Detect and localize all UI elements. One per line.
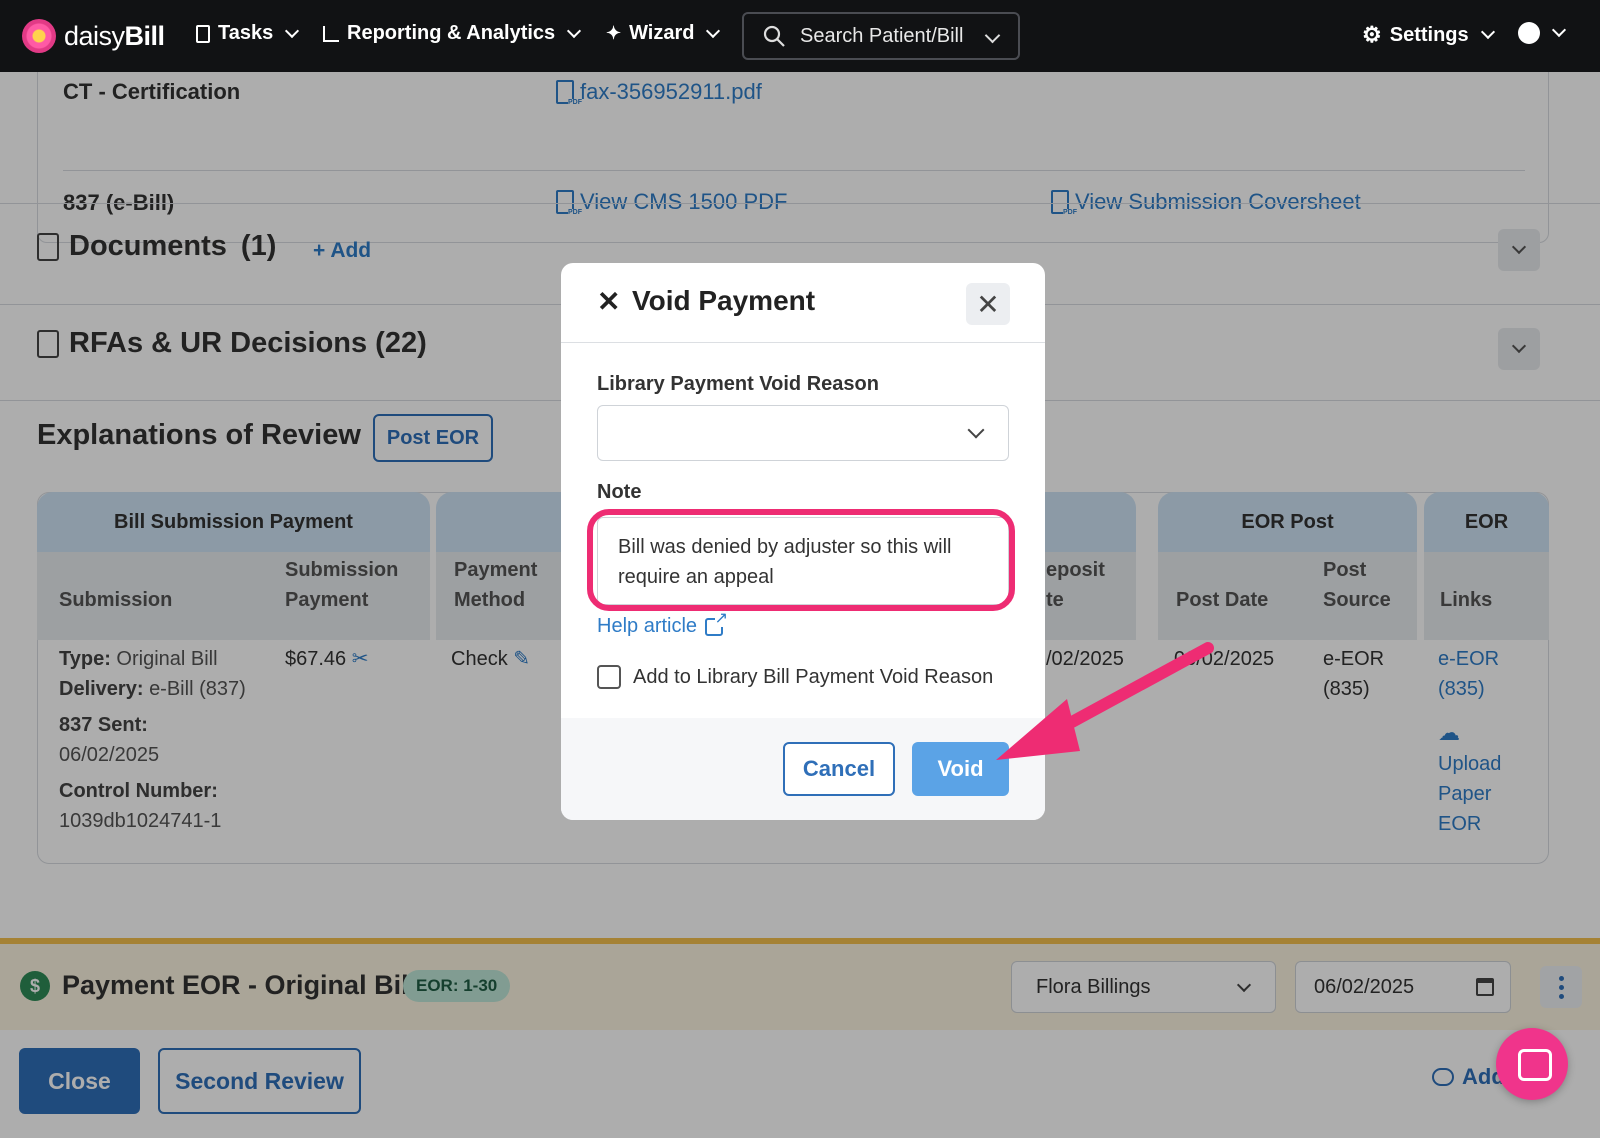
magic-wand-icon: ✦	[606, 23, 622, 43]
nav-wizard-label: Wizard	[629, 22, 695, 44]
modal-footer: Cancel Void	[561, 718, 1045, 820]
gear-icon: ⚙	[1362, 22, 1382, 47]
void-reason-select[interactable]	[597, 405, 1009, 461]
chevron-down-icon	[1551, 22, 1567, 38]
daisybill-logo[interactable]: daisyBill	[22, 19, 165, 53]
help-article-link[interactable]: Help article	[597, 610, 729, 638]
chart-icon	[323, 25, 339, 42]
search-patient-bill[interactable]: Search Patient/Bill	[742, 12, 1020, 60]
nav-settings[interactable]: ⚙ Settings	[1362, 22, 1495, 48]
chevron-down-icon	[967, 421, 985, 439]
modal-header: ✕ Void Payment ✕	[561, 263, 1045, 343]
nav-wizard[interactable]: ✦ Wizard	[606, 22, 721, 45]
user-menu[interactable]	[1518, 22, 1567, 44]
chevron-down-icon	[285, 23, 300, 38]
note-label: Note	[597, 481, 642, 503]
external-link-icon	[705, 610, 729, 636]
nav-reporting[interactable]: Reporting & Analytics	[323, 22, 582, 45]
void-button[interactable]: Void	[912, 742, 1009, 796]
nav-tasks[interactable]: Tasks	[196, 22, 300, 45]
nav-tasks-label: Tasks	[218, 22, 274, 44]
logo-text-bold: Bill	[124, 20, 166, 51]
search-icon	[763, 25, 785, 47]
chevron-down-icon	[1480, 24, 1495, 40]
clipboard-icon	[196, 24, 210, 43]
void-x-icon: ✕	[597, 286, 621, 317]
top-nav: daisyBill Tasks Reporting & Analytics ✦ …	[0, 0, 1600, 72]
cancel-button[interactable]: Cancel	[783, 742, 895, 796]
void-reason-label: Library Payment Void Reason	[597, 373, 879, 395]
user-avatar-icon	[1518, 22, 1540, 44]
intercom-chat-launcher[interactable]	[1496, 1028, 1568, 1100]
modal-close-button[interactable]: ✕	[966, 283, 1010, 325]
modal-title: Void Payment	[632, 285, 816, 316]
annotation-highlight-box	[587, 509, 1015, 611]
add-to-library-option[interactable]: Add to Library Bill Payment Void Reason	[597, 665, 993, 689]
nav-settings-label: Settings	[1389, 23, 1469, 46]
logo-text-light: daisy	[64, 20, 125, 51]
chevron-down-icon	[984, 27, 1001, 44]
nav-reporting-label: Reporting & Analytics	[347, 22, 556, 44]
void-payment-modal: ✕ Void Payment ✕ Library Payment Void Re…	[561, 263, 1045, 820]
chevron-down-icon	[567, 23, 582, 38]
chevron-down-icon	[706, 23, 721, 38]
daisy-flower-icon	[22, 19, 56, 53]
search-placeholder: Search Patient/Bill	[800, 24, 964, 47]
add-to-library-checkbox[interactable]	[597, 665, 621, 689]
